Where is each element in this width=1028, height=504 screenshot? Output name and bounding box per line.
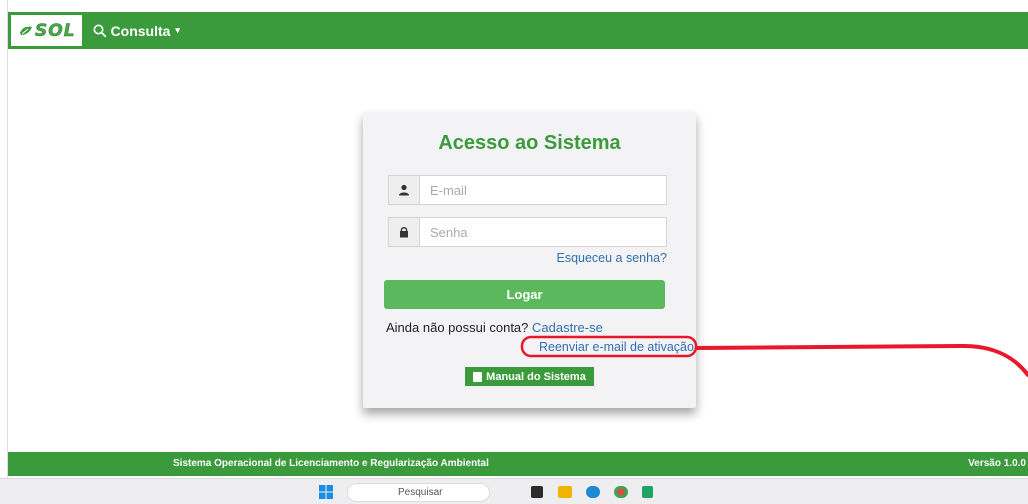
manual-button-label: Manual do Sistema	[486, 370, 586, 383]
signup-row: Ainda não possui conta? Cadastre-se	[386, 320, 603, 335]
file-explorer-icon[interactable]	[558, 486, 572, 498]
window-gutter	[0, 0, 8, 504]
os-taskbar: Pesquisar	[0, 478, 1028, 504]
manual-button[interactable]: Manual do Sistema	[465, 367, 594, 386]
login-card: Acesso ao Sistema Esqueceu a senha? Loga…	[363, 112, 696, 408]
edge-browser-icon[interactable]	[586, 486, 600, 498]
email-addon	[389, 176, 420, 204]
search-icon	[93, 24, 106, 37]
no-account-text: Ainda não possui conta?	[386, 320, 529, 335]
brand-logo[interactable]: SOL	[8, 12, 85, 49]
top-navbar: SOL Consulta ▾	[8, 12, 1028, 49]
chrome-browser-icon[interactable]	[614, 486, 628, 498]
email-field-group	[388, 175, 667, 205]
signup-link[interactable]: Cadastre-se	[532, 320, 603, 335]
page-footer: Sistema Operacional de Licenciamento e R…	[8, 452, 1028, 476]
user-icon	[399, 184, 409, 196]
password-addon	[389, 218, 420, 246]
login-title: Acesso ao Sistema	[438, 132, 621, 154]
lock-icon	[400, 227, 408, 238]
windows-start-icon[interactable]	[319, 485, 333, 499]
password-input[interactable]	[420, 218, 666, 246]
footer-version: Versão 1.0.0	[968, 458, 1026, 469]
sheets-app-icon[interactable]	[642, 486, 653, 498]
email-input[interactable]	[420, 176, 666, 204]
task-view-icon[interactable]	[531, 486, 543, 498]
taskbar-search[interactable]: Pesquisar	[347, 483, 490, 502]
menu-consulta[interactable]: Consulta ▾	[93, 23, 180, 39]
caret-down-icon: ▾	[175, 25, 180, 35]
resend-activation-link[interactable]: Reenviar e-mail de ativação	[539, 340, 694, 354]
leaf-icon	[20, 26, 32, 35]
forgot-password-link[interactable]: Esqueceu a senha?	[556, 251, 667, 265]
book-icon	[473, 371, 483, 382]
app-root: SOL Consulta ▾ Acesso ao Sistema E-mail …	[0, 0, 1028, 504]
password-field-group	[388, 217, 667, 247]
login-button[interactable]: Logar	[384, 280, 665, 309]
brand-mark: SOL	[19, 20, 76, 41]
brand-text: SOL	[35, 20, 76, 41]
footer-system-name: Sistema Operacional de Licenciamento e R…	[173, 458, 489, 469]
menu-consulta-label: Consulta	[110, 22, 171, 39]
